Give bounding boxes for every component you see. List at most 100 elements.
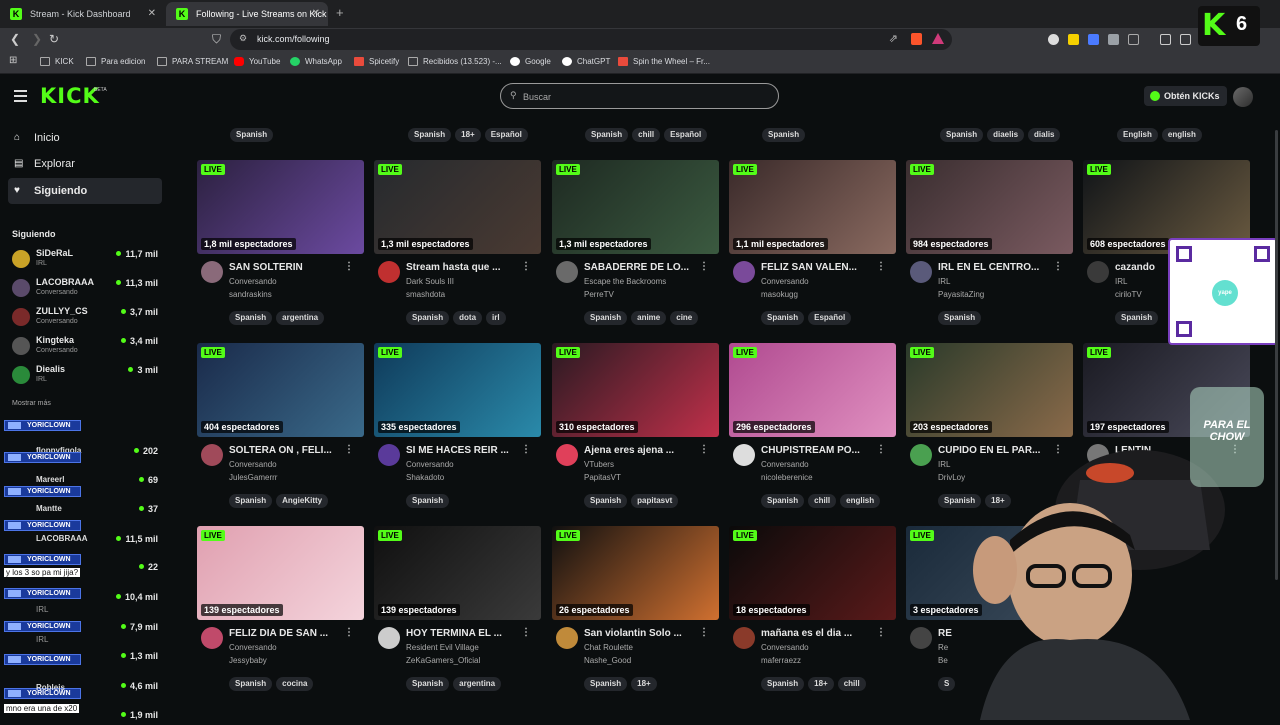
more-options-icon[interactable]: ⋮ xyxy=(699,627,709,638)
avatar[interactable] xyxy=(201,261,223,283)
more-options-icon[interactable]: ⋮ xyxy=(344,261,354,272)
stream-card[interactable]: LIVE 1,1 mil espectadores FELIZ SAN VALEN.… xyxy=(729,160,896,330)
more-options-icon[interactable]: ⋮ xyxy=(344,444,354,455)
stream-card[interactable]: LIVE 139 espectadores FELIZ DIA DE SAN ...… xyxy=(197,526,364,696)
apps-grid-icon[interactable]: ⊞ xyxy=(9,55,17,66)
streamer-name[interactable]: maferraezz xyxy=(761,656,801,665)
avatar[interactable] xyxy=(733,444,755,466)
stream-category[interactable]: Dark Souls III xyxy=(406,277,454,286)
tag[interactable]: irl xyxy=(486,311,506,325)
stream-card[interactable]: LIVE 296 espectadores CHUPISTREAM PO... ⋮ Co… xyxy=(729,343,896,513)
browser-tab-following[interactable]: K Following - Live Streams on Kick ✕ xyxy=(166,2,328,26)
brave-shield-icon[interactable] xyxy=(911,33,922,45)
streamer-name[interactable]: smashdota xyxy=(406,290,445,299)
streamer-name[interactable]: Jessybaby xyxy=(229,656,267,665)
more-options-icon[interactable]: ⋮ xyxy=(521,444,531,455)
more-options-icon[interactable]: ⋮ xyxy=(876,261,886,272)
stream-title[interactable]: San violantin Solo ... xyxy=(584,628,702,639)
stream-title[interactable]: SOLTERA ON , FELI... xyxy=(229,445,347,456)
avatar[interactable] xyxy=(201,444,223,466)
sidebar-icon[interactable] xyxy=(1160,34,1171,45)
sidebar-channel[interactable]: LACOBRAAA Conversando 11,3 mil xyxy=(12,276,162,304)
get-kicks-button[interactable]: Obtén KICKs xyxy=(1144,86,1227,106)
tag[interactable]: Spanish xyxy=(406,677,450,691)
tag[interactable]: english xyxy=(840,494,881,508)
stream-thumbnail[interactable]: LIVE 335 espectadores xyxy=(374,343,541,437)
nav-inicio[interactable]: ⌂ Inicio xyxy=(8,125,162,151)
stream-title[interactable]: SABADERRE DE LO... xyxy=(584,262,702,273)
stream-card[interactable]: LIVE 1,3 mil espectadores SABADERRE DE LO.… xyxy=(552,160,719,330)
avatar[interactable] xyxy=(910,627,932,649)
avatar[interactable] xyxy=(556,261,578,283)
nav-explorar[interactable]: ▤ Explorar xyxy=(8,151,162,177)
avatar[interactable] xyxy=(910,444,932,466)
stream-title[interactable]: FELIZ SAN VALEN... xyxy=(761,262,879,273)
streamer-name[interactable]: ciriloTV xyxy=(1115,290,1142,299)
tag[interactable]: Spanish xyxy=(406,311,450,325)
streamer-name[interactable]: JulesGamerrr xyxy=(229,473,277,482)
stream-category[interactable]: Conversando xyxy=(761,643,809,652)
wallet-icon[interactable] xyxy=(1180,34,1191,45)
tag[interactable]: Spanish xyxy=(940,128,984,142)
tag[interactable]: dialis xyxy=(1028,128,1061,142)
streamer-name[interactable]: PerreTV xyxy=(584,290,614,299)
stream-category[interactable]: Conversando xyxy=(761,460,809,469)
close-tab-icon[interactable]: ✕ xyxy=(148,8,156,19)
stream-title[interactable]: FELIZ DIA DE SAN ... xyxy=(229,628,347,639)
stream-card[interactable]: LIVE 310 espectadores Ajena eres ajena ...… xyxy=(552,343,719,513)
stream-thumbnail[interactable]: LIVE 296 espectadores xyxy=(729,343,896,437)
tag[interactable]: Spanish xyxy=(230,128,274,142)
streamer-name[interactable]: PapitasVT xyxy=(584,473,621,482)
bookmark-whatsapp[interactable]: WhatsApp xyxy=(290,57,342,66)
stream-thumbnail[interactable]: LIVE 1,8 mil espectadores xyxy=(197,160,364,254)
stream-category[interactable]: Conversando xyxy=(761,277,809,286)
avatar[interactable] xyxy=(910,261,932,283)
stream-card[interactable]: LIVE 404 espectadores SOLTERA ON , FELI...… xyxy=(197,343,364,513)
stream-category[interactable]: Conversando xyxy=(229,460,277,469)
stream-thumbnail[interactable]: LIVE 139 espectadores xyxy=(197,526,364,620)
stream-title[interactable]: SAN SOLTERIN xyxy=(229,262,347,273)
stream-title[interactable]: HOY TERMINA EL ... xyxy=(406,628,524,639)
tag[interactable]: Spanish xyxy=(408,128,452,142)
stream-thumbnail[interactable]: LIVE 139 espectadores xyxy=(374,526,541,620)
avatar[interactable] xyxy=(378,261,400,283)
stream-thumbnail[interactable]: LIVE 1,1 mil espectadores xyxy=(729,160,896,254)
more-options-icon[interactable]: ⋮ xyxy=(876,627,886,638)
stream-category[interactable]: Chat Roulette xyxy=(584,643,633,652)
new-tab-icon[interactable]: + xyxy=(336,5,344,20)
avatar[interactable] xyxy=(201,627,223,649)
stream-title[interactable]: Ajena eres ajena ... xyxy=(584,445,702,456)
stream-thumbnail[interactable]: LIVE 984 espectadores xyxy=(906,160,1073,254)
streamer-name[interactable]: Shakadoto xyxy=(406,473,444,482)
bookmark-para-stream[interactable]: PARA STREAM xyxy=(157,57,228,66)
tag[interactable]: Spanish xyxy=(761,494,805,508)
bookmark-spin-wheel[interactable]: Spin the Wheel – Fr... xyxy=(618,57,710,66)
tag[interactable]: Spanish xyxy=(938,311,982,325)
tag[interactable]: Español xyxy=(484,128,528,142)
avatar[interactable] xyxy=(733,261,755,283)
stream-category[interactable]: IRL xyxy=(938,277,950,286)
bookmark-para-edicion[interactable]: Para edicion xyxy=(86,57,145,66)
share-icon[interactable]: ⇗ xyxy=(889,32,898,45)
avatar[interactable] xyxy=(556,444,578,466)
tag[interactable]: Spanish xyxy=(229,494,273,508)
puzzle-icon[interactable] xyxy=(1108,34,1119,45)
menu-icon[interactable] xyxy=(14,90,27,105)
bookmark-spicetify[interactable]: Spicetify xyxy=(354,57,399,66)
more-options-icon[interactable]: ⋮ xyxy=(521,261,531,272)
bookmark-recibidos[interactable]: Recibidos (13.523) -... xyxy=(408,57,502,66)
tag[interactable]: 18+ xyxy=(455,128,481,142)
tag[interactable]: Spanish xyxy=(584,311,628,325)
tag[interactable]: Spanish xyxy=(761,311,805,325)
tag[interactable]: dota xyxy=(453,311,483,325)
tag[interactable]: Español xyxy=(808,311,852,325)
streamer-name[interactable]: sandraskins xyxy=(229,290,272,299)
avatar[interactable] xyxy=(733,627,755,649)
tag[interactable]: Español xyxy=(664,128,708,142)
tag[interactable]: Spanish xyxy=(229,677,273,691)
tag[interactable]: anime xyxy=(631,311,667,325)
tag[interactable]: cine xyxy=(670,311,699,325)
stream-thumbnail[interactable]: LIVE 404 espectadores xyxy=(197,343,364,437)
site-info-icon[interactable]: ⚙ xyxy=(239,33,247,44)
tag[interactable]: Spanish xyxy=(1115,311,1159,325)
